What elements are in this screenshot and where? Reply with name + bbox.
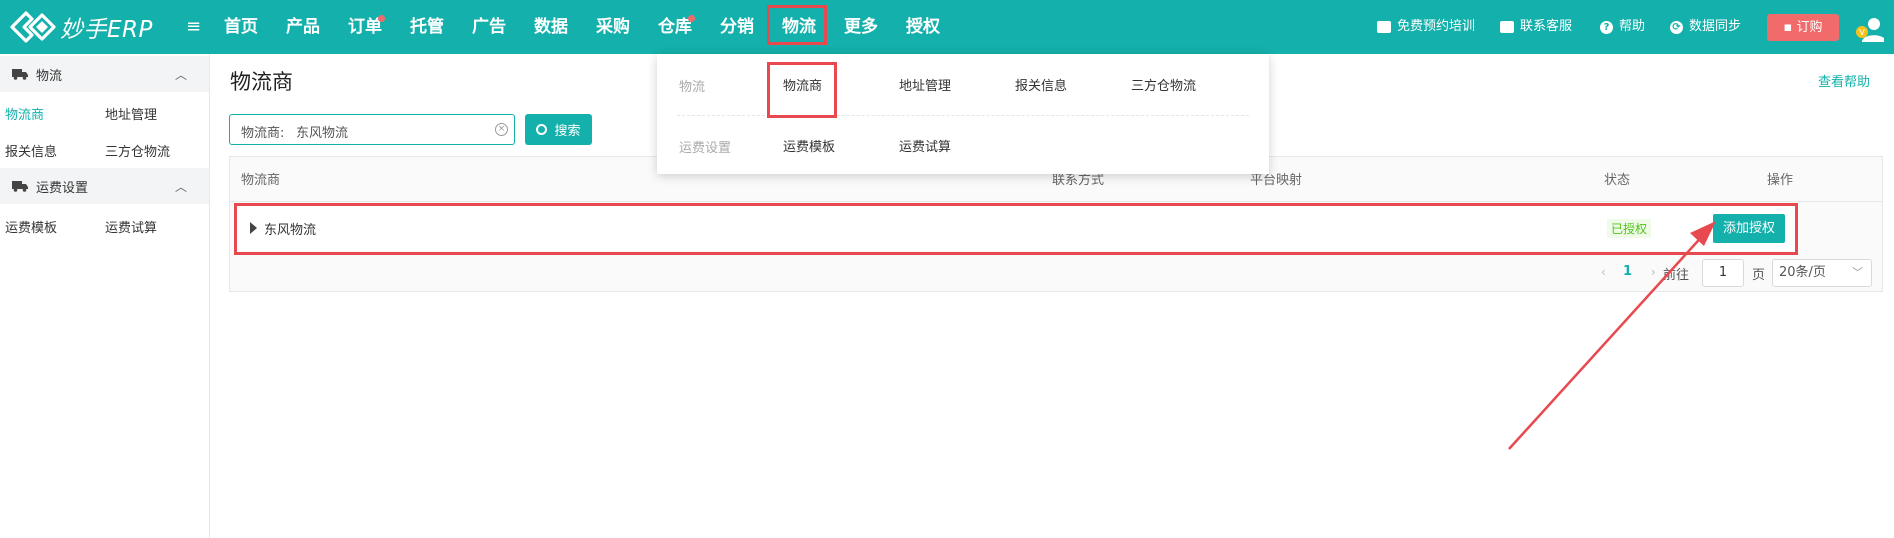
sidebar-item-shipping-calculator[interactable]: 运费试算 [105, 217, 157, 236]
nav-authorization[interactable]: 授权 [906, 0, 940, 54]
chevron-up-icon: ︿ [174, 68, 187, 82]
data-sync-link[interactable]: ⟳ 数据同步 [1670, 0, 1741, 54]
free-training-label: 免费预约培训 [1397, 19, 1476, 34]
nav-purchasing[interactable]: 采购 [596, 0, 630, 54]
sidebar-item-3pl-logistics[interactable]: 三方仓物流 [105, 141, 170, 160]
nav-ads[interactable]: 广告 [472, 0, 506, 54]
dropdown-item-customs-info[interactable]: 报关信息 [1015, 75, 1067, 94]
page-unit-label: 页 [1752, 268, 1766, 283]
sync-icon: ⟳ [1670, 20, 1683, 34]
cart-icon: ▪ [1783, 20, 1797, 35]
column-header-status: 状态 [1604, 173, 1631, 188]
search-value: 东风物流 [296, 126, 349, 141]
contact-support-label: 联系客服 [1520, 19, 1573, 34]
sidebar-group-logistics[interactable]: 物流 ︿ [0, 56, 209, 92]
order-button[interactable]: ▪ 订购 [1767, 14, 1839, 41]
dropdown-item-shipping-template[interactable]: 运费模板 [783, 136, 835, 155]
add-authorization-button[interactable]: 添加授权 [1713, 214, 1785, 243]
free-training-link[interactable]: 免费预约培训 [1377, 0, 1475, 54]
menu-toggle-icon[interactable]: ≡ [186, 17, 204, 37]
chevron-down-icon: ﹀ [1852, 266, 1863, 279]
nav-logistics-highlight [767, 5, 827, 45]
page-size-value: 20条/页 [1779, 265, 1826, 280]
view-help-link[interactable]: 查看帮助 [1818, 71, 1870, 90]
expand-caret-icon[interactable] [250, 222, 257, 234]
goto-page-input[interactable]: 1 [1702, 259, 1744, 287]
nav-orders[interactable]: 订单 [348, 0, 382, 54]
sidebar-group-shipping-settings[interactable]: 运费设置 ︿ [0, 168, 209, 204]
carrier-table: 物流商 联系方式 平台映射 状态 操作 东风物流 已授权 添加授权 ‹ 1 › … [229, 156, 1883, 292]
help-link-top[interactable]: ? 帮助 [1600, 0, 1645, 54]
nav-warehouse[interactable]: 仓库 [658, 0, 692, 54]
help-label: 帮助 [1619, 19, 1646, 34]
order-label: 订购 [1796, 20, 1823, 35]
logo-mark-icon [10, 11, 56, 43]
brand-name: 妙手ERP [60, 17, 153, 43]
goto-label: 前往 [1663, 268, 1690, 283]
dropdown-item-3pl-logistics[interactable]: 三方仓物流 [1131, 75, 1196, 94]
nav-distribution[interactable]: 分销 [720, 0, 754, 54]
truck-icon [12, 181, 28, 192]
dropdown-item-address-management[interactable]: 地址管理 [899, 75, 951, 94]
dropdown-category-shipping: 运费设置 [679, 141, 732, 156]
sidebar-item-customs-info[interactable]: 报关信息 [5, 141, 57, 160]
question-icon: ? [1600, 20, 1613, 34]
sidebar-item-address-management[interactable]: 地址管理 [105, 104, 157, 123]
search-button[interactable]: 搜索 [525, 114, 592, 145]
logistics-dropdown-menu: 物流 物流商 地址管理 报关信息 三方仓物流 运费设置 运费模板 运费试算 [657, 54, 1269, 174]
logo[interactable]: 妙手ERP [8, 8, 158, 46]
column-header-actions: 操作 [1767, 173, 1794, 188]
nav-products[interactable]: 产品 [286, 0, 320, 54]
carrier-search-input[interactable]: 物流商: 东风物流 × [229, 114, 515, 145]
next-page-icon[interactable]: › [1651, 265, 1656, 279]
nav-orders-notification-dot [378, 15, 385, 22]
search-button-label: 搜索 [554, 124, 581, 139]
sidebar-group-logistics-title: 物流 [36, 68, 63, 84]
chat-icon [1377, 21, 1391, 33]
nav-home[interactable]: 首页 [224, 0, 258, 54]
pagination: ‹ 1 › 前往 1 页 20条/页 ﹀ [230, 257, 1882, 291]
nav-more[interactable]: 更多 [844, 0, 878, 54]
chevron-up-icon: ︿ [174, 180, 187, 194]
page-title: 物流商 [230, 70, 293, 94]
sidebar: 物流 ︿ 物流商 地址管理 报关信息 三方仓物流 运费设置 ︿ 运费模板 运费试… [0, 54, 210, 538]
truck-icon [12, 69, 28, 80]
sidebar-item-carriers[interactable]: 物流商 [5, 104, 44, 123]
table-header-divider [230, 201, 1882, 202]
user-avatar-icon[interactable]: V [1854, 16, 1884, 42]
dropdown-category-logistics: 物流 [679, 80, 706, 95]
sidebar-group-shipping-title: 运费设置 [36, 180, 89, 196]
column-header-carrier: 物流商 [241, 173, 281, 188]
data-sync-label: 数据同步 [1689, 19, 1742, 34]
status-badge: 已授权 [1607, 219, 1652, 238]
nav-data[interactable]: 数据 [534, 0, 568, 54]
dropdown-divider [677, 115, 1249, 116]
contact-support-link[interactable]: 联系客服 [1500, 0, 1572, 54]
nav-warehouse-notification-dot [688, 15, 695, 22]
svg-text:V: V [1859, 28, 1865, 37]
search-icon [536, 124, 548, 135]
top-bar: 妙手ERP ≡ 首页 产品 订单 托管 广告 数据 采购 仓库 分销 物流 更多… [0, 0, 1894, 54]
search-label: 物流商: [241, 126, 285, 141]
dropdown-carriers-highlight [767, 62, 837, 118]
nav-hosting[interactable]: 托管 [410, 0, 444, 54]
prev-page-icon[interactable]: ‹ [1601, 265, 1606, 279]
table-row[interactable]: 东风物流 已授权 添加授权 [234, 203, 1798, 255]
carrier-name: 东风物流 [264, 223, 317, 238]
sidebar-item-shipping-template[interactable]: 运费模板 [5, 217, 57, 236]
page-size-select[interactable]: 20条/页 ﹀ [1772, 259, 1872, 287]
current-page[interactable]: 1 [1623, 264, 1632, 279]
message-icon [1500, 21, 1514, 33]
clear-icon[interactable]: × [495, 123, 508, 136]
dropdown-item-shipping-calculator[interactable]: 运费试算 [899, 136, 951, 155]
